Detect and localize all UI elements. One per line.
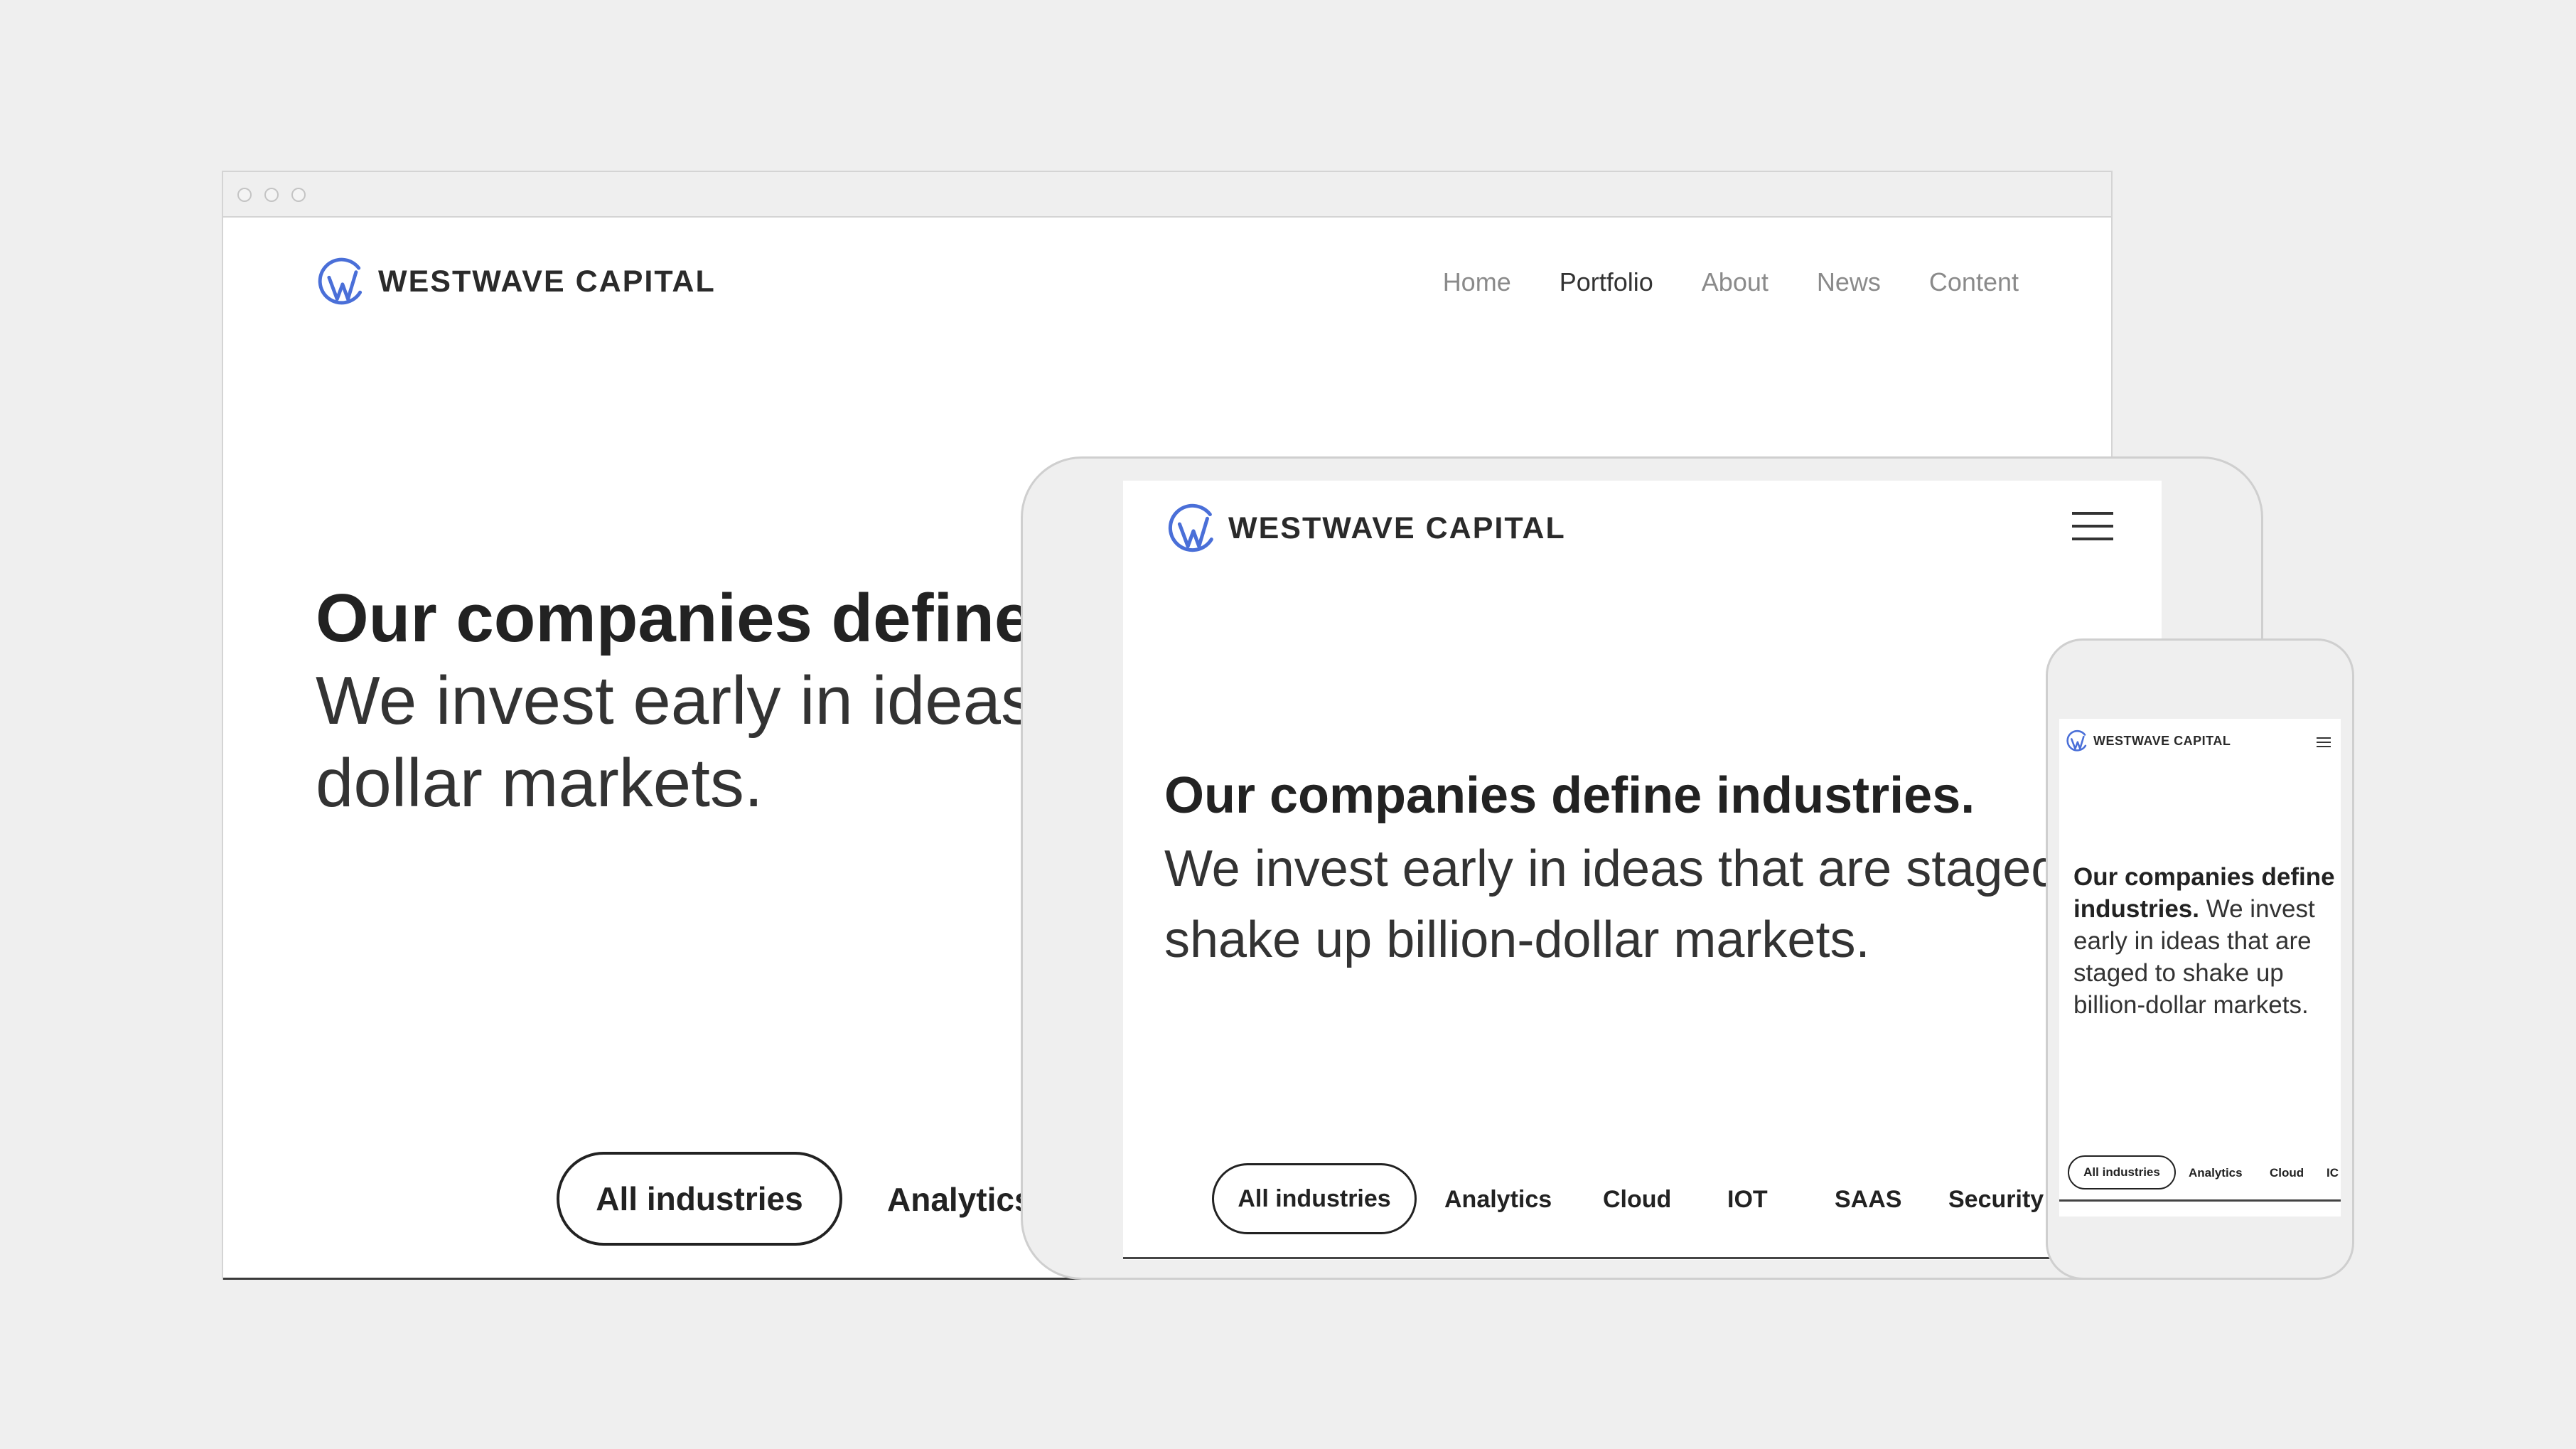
- window-zoom-dot[interactable]: [291, 188, 306, 202]
- filter-all-industries[interactable]: All industries: [2068, 1155, 2176, 1189]
- site-logo[interactable]: WESTWAVE CAPITAL: [314, 255, 716, 309]
- filter-all-industries[interactable]: All industries: [1212, 1163, 1417, 1234]
- westwave-logo-icon: [1168, 503, 1213, 552]
- filter-cloud[interactable]: Cloud: [1603, 1186, 1671, 1214]
- nav-home[interactable]: Home: [1443, 267, 1511, 297]
- filter-analytics[interactable]: Analytics: [1444, 1186, 1552, 1214]
- phone-divider: [2059, 1199, 2341, 1202]
- westwave-logo-icon: [2066, 729, 2087, 752]
- tablet-screen: WESTWAVE CAPITAL Our companies define in…: [1123, 481, 2162, 1260]
- filter-cloud[interactable]: Cloud: [2270, 1166, 2304, 1180]
- hamburger-icon[interactable]: [2072, 512, 2113, 540]
- filter-iot[interactable]: IOT: [1727, 1186, 1768, 1214]
- phone-screen: WESTWAVE CAPITAL Our companies define in…: [2059, 719, 2341, 1217]
- filter-security[interactable]: Security: [1948, 1186, 2044, 1214]
- browser-title-bar: [223, 172, 2111, 218]
- window-close-dot[interactable]: [237, 188, 252, 202]
- hero-lead: We invest early in ideas that are staged…: [1164, 840, 2060, 968]
- hero-headline: Our companies define: [316, 580, 1033, 656]
- hamburger-icon[interactable]: [2317, 737, 2331, 747]
- nav-portfolio[interactable]: Portfolio: [1560, 267, 1653, 297]
- nav-about[interactable]: About: [1702, 267, 1769, 297]
- phone-mockup: WESTWAVE CAPITAL Our companies define in…: [2046, 638, 2354, 1280]
- hero-copy: Our companies define industries. We inve…: [2073, 861, 2336, 1021]
- main-nav: Home Portfolio About News Content: [1443, 267, 2019, 297]
- logo-wordmark: WESTWAVE CAPITAL: [378, 264, 716, 299]
- logo-wordmark: WESTWAVE CAPITAL: [2093, 733, 2231, 748]
- nav-news[interactable]: News: [1817, 267, 1881, 297]
- filter-all-industries[interactable]: All industries: [557, 1152, 842, 1246]
- nav-content[interactable]: Content: [1929, 267, 2019, 297]
- filter-iot-partial[interactable]: IC: [2327, 1166, 2339, 1180]
- window-minimize-dot[interactable]: [264, 188, 279, 202]
- filter-saas[interactable]: SAAS: [1835, 1186, 1901, 1214]
- tablet-divider: [1123, 1257, 2162, 1259]
- filter-analytics[interactable]: Analytics: [887, 1180, 1033, 1219]
- hero-headline: Our companies define industries.: [1164, 767, 1975, 824]
- logo-wordmark: WESTWAVE CAPITAL: [1228, 510, 1566, 545]
- filter-analytics[interactable]: Analytics: [2189, 1166, 2243, 1180]
- westwave-logo-icon: [318, 257, 363, 305]
- site-logo[interactable]: WESTWAVE CAPITAL: [1164, 501, 1566, 556]
- site-logo[interactable]: WESTWAVE CAPITAL: [2065, 729, 2231, 753]
